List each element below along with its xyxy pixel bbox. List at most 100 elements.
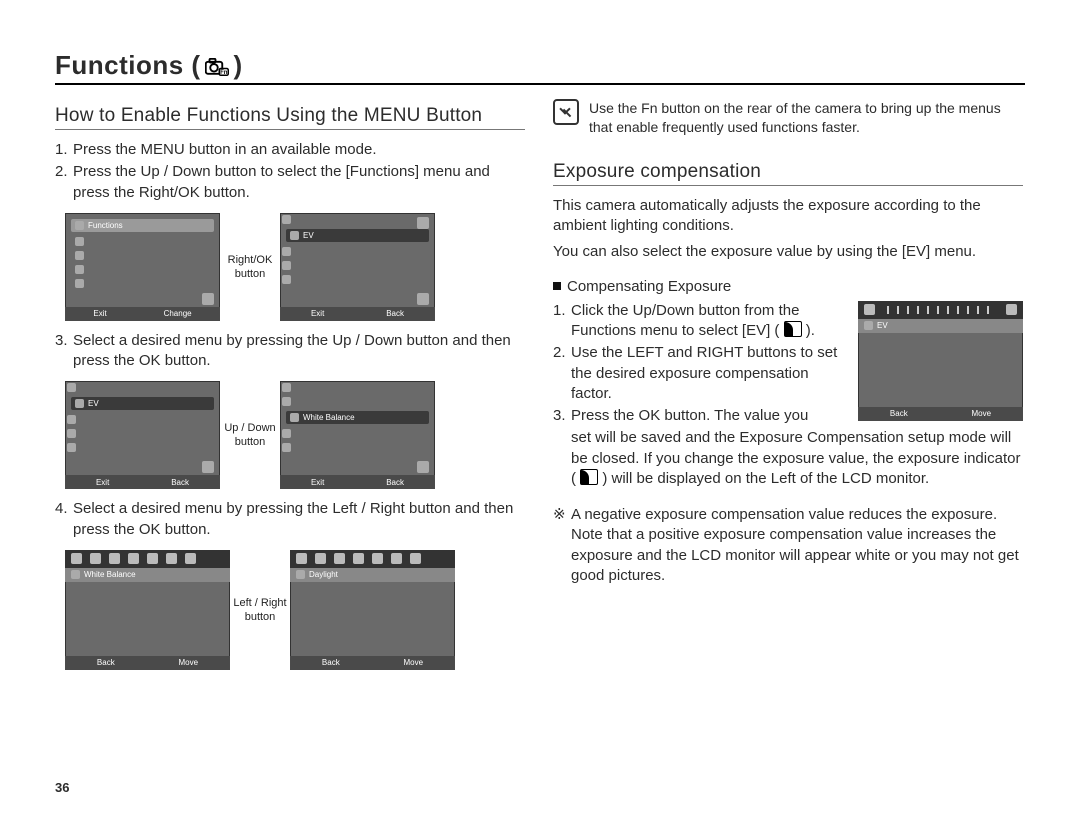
footer-exit: Exit bbox=[311, 309, 324, 318]
footer-exit: Exit bbox=[96, 478, 109, 487]
ev-tick-icon bbox=[1006, 304, 1017, 315]
ev-icon bbox=[784, 321, 802, 337]
menu-item-icon bbox=[282, 397, 291, 406]
camera-icon bbox=[75, 221, 84, 230]
r-step-3b: set will be saved and the Exposure Compe… bbox=[553, 428, 1023, 489]
menu-item-icon bbox=[75, 279, 84, 288]
ev-icon bbox=[580, 469, 598, 485]
footer-move: Move bbox=[404, 658, 424, 667]
left-subhead: How to Enable Functions Using the MENU B… bbox=[55, 105, 525, 130]
r-step-1: Click the Up/Down button from the Functi… bbox=[571, 301, 848, 342]
note-text: Use the Fn button on the rear of the cam… bbox=[589, 99, 1023, 137]
wb-item-icon bbox=[290, 413, 299, 422]
bullet-compensating: Compensating Exposure bbox=[567, 278, 731, 295]
menu-item-icon bbox=[282, 429, 291, 438]
nav-icon bbox=[202, 293, 214, 305]
footer-back: Back bbox=[171, 478, 189, 487]
r-step-num-2: 2. bbox=[553, 343, 571, 404]
ann-left-right: Left / Right button bbox=[230, 597, 290, 623]
wb-icon bbox=[109, 553, 120, 564]
footer-move: Move bbox=[179, 658, 199, 667]
footer-change: Change bbox=[164, 309, 192, 318]
nav-icon bbox=[202, 461, 214, 473]
wb-icon bbox=[353, 553, 364, 564]
wb-icon bbox=[90, 553, 101, 564]
menu-item-icon bbox=[282, 247, 291, 256]
wb-icon bbox=[166, 553, 177, 564]
page-number: 36 bbox=[55, 780, 69, 795]
footer-back: Back bbox=[386, 478, 404, 487]
menu-item-icon bbox=[75, 251, 84, 260]
svg-text:Fn: Fn bbox=[220, 70, 228, 76]
menu-item-icon bbox=[67, 429, 76, 438]
wb-icon bbox=[372, 553, 383, 564]
wb-icon bbox=[410, 553, 421, 564]
page-title: Functions ( Fn ) bbox=[55, 50, 1025, 85]
camera-fn-icon: Fn bbox=[205, 58, 229, 76]
footer-back: Back bbox=[890, 409, 908, 418]
step-4: Select a desired menu by pressing the Le… bbox=[73, 499, 525, 540]
menu-item-icon bbox=[282, 443, 291, 452]
screenshot-wb-grid: White Balance Back Move bbox=[65, 550, 230, 670]
r-step-3a: Press the OK button. The value you bbox=[571, 406, 848, 426]
step-num-2: 2. bbox=[55, 162, 73, 203]
screenshot-ev-menu: EV Exit Back bbox=[280, 213, 435, 321]
nav-icon bbox=[417, 293, 429, 305]
intro-1: This camera automatically adjusts the ex… bbox=[553, 196, 1023, 237]
right-column: Use the Fn button on the rear of the cam… bbox=[553, 99, 1023, 680]
menu-item-icon bbox=[282, 261, 291, 270]
screenshot-functions-menu: Functions Exit Change bbox=[65, 213, 220, 321]
menu-item-icon bbox=[75, 265, 84, 274]
ev-item-icon bbox=[75, 399, 84, 408]
star-bullet-icon: ※ bbox=[553, 505, 571, 586]
right-subhead: Exposure compensation bbox=[553, 161, 1023, 186]
ev-tick-icon bbox=[864, 304, 875, 315]
footer-move: Move bbox=[972, 409, 992, 418]
wb-icon bbox=[71, 553, 82, 564]
square-bullet-icon bbox=[553, 282, 561, 290]
r-step-num-3: 3. bbox=[553, 406, 571, 426]
screenshot-daylight: Daylight Back Move bbox=[290, 550, 455, 670]
ev-selected-icon bbox=[864, 321, 873, 330]
wb-icon bbox=[391, 553, 402, 564]
step-num-1: 1. bbox=[55, 140, 73, 160]
ev-scale bbox=[887, 306, 994, 314]
step-2: Press the Up / Down button to select the… bbox=[73, 162, 525, 203]
ann-up-down: Up / Down button bbox=[220, 422, 280, 448]
ann-right-ok: Right/OK button bbox=[220, 254, 280, 280]
ev-item-icon bbox=[290, 231, 299, 240]
wb-icon bbox=[128, 553, 139, 564]
footer-back: Back bbox=[386, 309, 404, 318]
title-close-paren: ) bbox=[234, 50, 243, 80]
menu-item-icon bbox=[67, 443, 76, 452]
r-step-num-1: 1. bbox=[553, 301, 571, 342]
menu-item-icon bbox=[67, 383, 76, 392]
screenshot-ev-bar: EV Back Move bbox=[858, 301, 1023, 421]
menu-item-icon bbox=[67, 415, 76, 424]
step-1: Press the MENU button in an available mo… bbox=[73, 140, 525, 160]
screenshot-wb-list: White Balance Exit Back bbox=[280, 381, 435, 489]
menu-item-icon bbox=[282, 215, 291, 224]
footer-exit: Exit bbox=[311, 478, 324, 487]
step-num-3: 3. bbox=[55, 331, 73, 372]
menu-item-icon bbox=[282, 275, 291, 284]
left-column: How to Enable Functions Using the MENU B… bbox=[55, 99, 525, 680]
wb-icon bbox=[334, 553, 345, 564]
footer-exit: Exit bbox=[93, 309, 106, 318]
note-icon bbox=[553, 99, 579, 125]
title-text: Functions ( bbox=[55, 50, 201, 80]
menu-item-icon bbox=[282, 383, 291, 392]
footer-back: Back bbox=[97, 658, 115, 667]
wb-icon bbox=[315, 553, 326, 564]
wb-icon bbox=[296, 553, 307, 564]
step-num-4: 4. bbox=[55, 499, 73, 540]
nav-icon bbox=[417, 461, 429, 473]
r-step-2: Use the LEFT and RIGHT buttons to set th… bbox=[571, 343, 848, 404]
intro-2: You can also select the exposure value b… bbox=[553, 242, 1023, 262]
screenshot-ev-selected: EV Exit Back bbox=[65, 381, 220, 489]
wb-icon bbox=[185, 553, 196, 564]
step-3: Select a desired menu by pressing the Up… bbox=[73, 331, 525, 372]
star-note: A negative exposure compensation value r… bbox=[571, 505, 1023, 586]
wb-icon bbox=[147, 553, 158, 564]
menu-item-icon bbox=[75, 237, 84, 246]
